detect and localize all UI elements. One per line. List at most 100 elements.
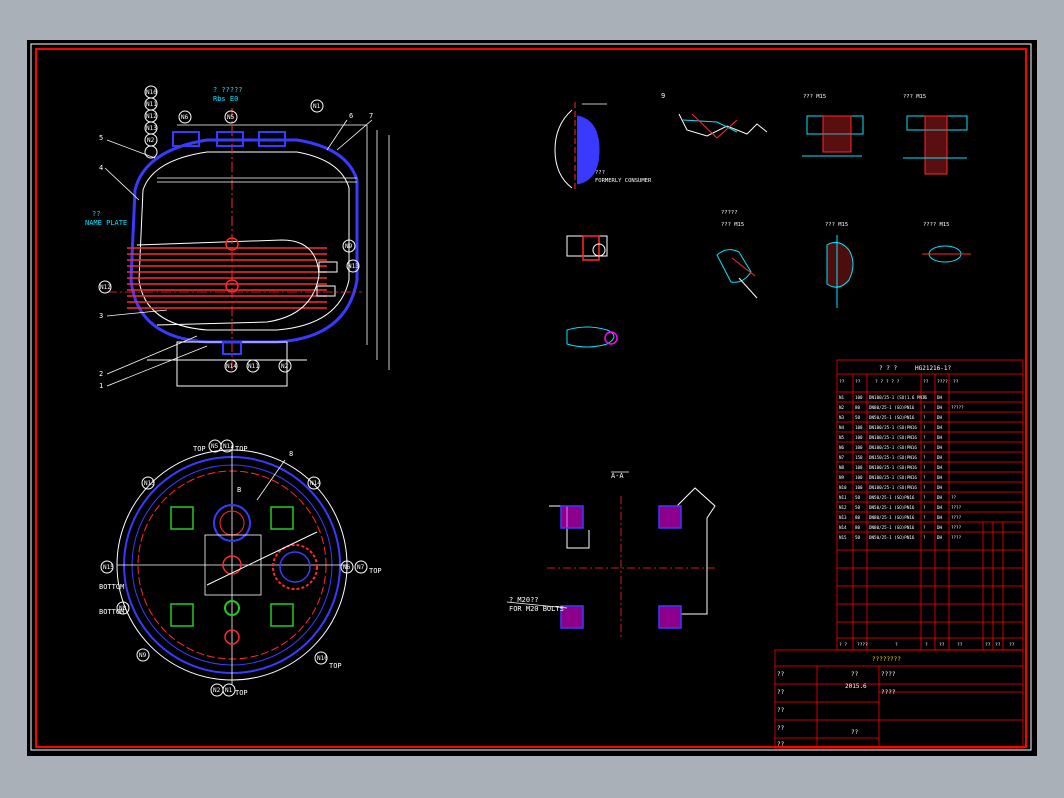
table-cell: DN100/25-1 (SO)PN16 — [869, 485, 917, 490]
detail-top-label2: Rbs E0 — [213, 95, 238, 103]
tag-n2: N2 — [147, 137, 155, 144]
table-cell: ? — [923, 505, 926, 510]
table-cell: 50 — [855, 495, 861, 500]
table-header-std: ? ? ? ? ? — [875, 379, 900, 385]
detail-note-5: ????? — [721, 210, 738, 216]
table-cell: ???? — [951, 515, 962, 520]
table-cell: 50 — [855, 415, 861, 420]
table-header-use: ?? — [953, 379, 959, 385]
detail-note-3: ??? M15 — [803, 94, 826, 100]
table-cell: N8 — [839, 465, 845, 470]
tag-n9: N9 — [345, 243, 353, 250]
table-cell: ???? — [951, 505, 962, 510]
part-6: 6 — [349, 112, 353, 120]
table-cell: ? — [923, 525, 926, 530]
nozzle-table — [836, 359, 1024, 651]
table-header-mat: ???? — [937, 379, 948, 385]
table-cell: DN100/25-1 (SO)1.6 PN16 — [869, 395, 927, 400]
detail-note-6: ??? M15 — [721, 222, 744, 228]
table-cell: ? — [923, 475, 926, 480]
plan-tag-n14: N14 — [310, 480, 321, 487]
table-cell: DN100/25-1 (SO)PN16 — [869, 425, 917, 430]
table-header-dn: ?? — [855, 379, 861, 385]
table-cell: N13 — [839, 515, 847, 520]
table-cell: ???? — [951, 535, 962, 540]
table-cell: N11 — [839, 495, 847, 500]
table-cell: DN80/25-1 (SO)PN16 — [869, 515, 915, 520]
detail-note-7: ??? M15 — [825, 222, 848, 228]
plan-tag-n1: N1 — [225, 687, 233, 694]
table-cell: ?? — [951, 495, 957, 500]
table-cell: DH — [937, 515, 943, 520]
table-cell: DN80/25-1 (SO)PN16 — [869, 525, 915, 530]
table-cell: 100 — [855, 435, 863, 440]
table-cell: DH — [937, 535, 943, 540]
table-title: ? ? ? — [879, 365, 897, 372]
part-2: 2 — [99, 370, 103, 378]
plan-label-top1: TOP — [193, 445, 206, 453]
table-cell: DN100/25-1 (SO)PN16 — [869, 445, 917, 450]
table-header-face: ?? — [923, 379, 929, 385]
table-cell: N15 — [839, 535, 847, 540]
name-plate-label2: NAME PLATE — [85, 219, 127, 227]
table-cell: ? — [923, 435, 926, 440]
detail-note-2: FORMERLY CONSUMER — [595, 178, 652, 184]
plan-tag-n7: N7 — [357, 564, 365, 571]
table-cell: 100 — [855, 475, 863, 480]
tb-r4-mid: ?? — [851, 729, 859, 736]
plan-tag-n6: N6 — [343, 564, 351, 571]
table-cell: DH — [937, 465, 943, 470]
tag-n1: N1 — [313, 103, 321, 110]
table-cell: ? — [923, 415, 926, 420]
table-cell: DH — [937, 405, 943, 410]
table-footer-4: ?? — [939, 642, 945, 648]
plan-tag-n10: N10 — [317, 655, 328, 662]
table-cell: N5 — [839, 435, 845, 440]
table-footer-5: ?? — [957, 642, 963, 648]
table-footer-6: ?? — [985, 642, 991, 648]
table-footer-7: ?? — [995, 642, 1001, 648]
section-a-title: A-A — [611, 472, 624, 480]
section-a-note: ? M20?? — [509, 596, 539, 604]
table-cell: 80 — [855, 405, 861, 410]
table-cell: DN100/25-1 (SO)PN16 — [869, 465, 917, 470]
title-block-title: ???????? — [872, 656, 901, 663]
tb-r0-right: ???? — [881, 671, 896, 678]
part-1: 1 — [99, 382, 103, 390]
section-a-a — [506, 471, 717, 640]
tag-n10: N10 — [146, 89, 157, 96]
table-cell: ????? — [951, 405, 964, 410]
tag-n13: N13 — [146, 125, 157, 132]
table-cell: ? — [923, 425, 926, 430]
tag-n11b: N11 — [248, 363, 259, 370]
table-cell: DH — [937, 475, 943, 480]
table-cell: DN150/25-1 (SO)PN16 — [869, 455, 917, 460]
table-cell: ? — [923, 465, 926, 470]
table-cell: N4 — [839, 425, 845, 430]
table-cell: ? — [923, 535, 926, 540]
plan-label-top3: TOP — [369, 567, 382, 575]
table-cell: ? — [923, 445, 926, 450]
plan-label-top2: TOP — [235, 445, 248, 453]
tag-n12b: N12 — [100, 284, 111, 291]
table-cell: 50 — [855, 535, 861, 540]
tag-n12: N12 — [146, 113, 157, 120]
table-cell: DN80/25-1 (SO)PN16 — [869, 405, 915, 410]
table-cell: ? — [923, 495, 926, 500]
table-cell: 150 — [855, 455, 863, 460]
table-footer-2: ? — [895, 642, 898, 648]
table-cell: DH — [937, 455, 943, 460]
part-3: 3 — [99, 312, 103, 320]
table-cell: 100 — [855, 395, 863, 400]
cad-viewport[interactable]: N10 N11 N12 N13 N2 N6 N5 N1 N9 N13 N12 N… — [27, 40, 1037, 756]
plan-label-bottom1: BOTTOM — [99, 583, 124, 591]
table-cell: ? — [923, 515, 926, 520]
name-plate-label: ?? — [92, 210, 100, 218]
table-cell: ? — [923, 455, 926, 460]
section-a-note2: FOR M20 BOLTS — [509, 605, 564, 613]
detail-note-4: ??? M15 — [903, 94, 926, 100]
table-body: N1 100 DN100/25-1 (SO)1.6 PN16? DH N2 80 DN80/… — [839, 395, 964, 540]
table-header-no: ?? — [839, 379, 845, 385]
tb-r1-mid: 2015.6 — [845, 683, 867, 690]
table-cell: ???? — [951, 525, 962, 530]
